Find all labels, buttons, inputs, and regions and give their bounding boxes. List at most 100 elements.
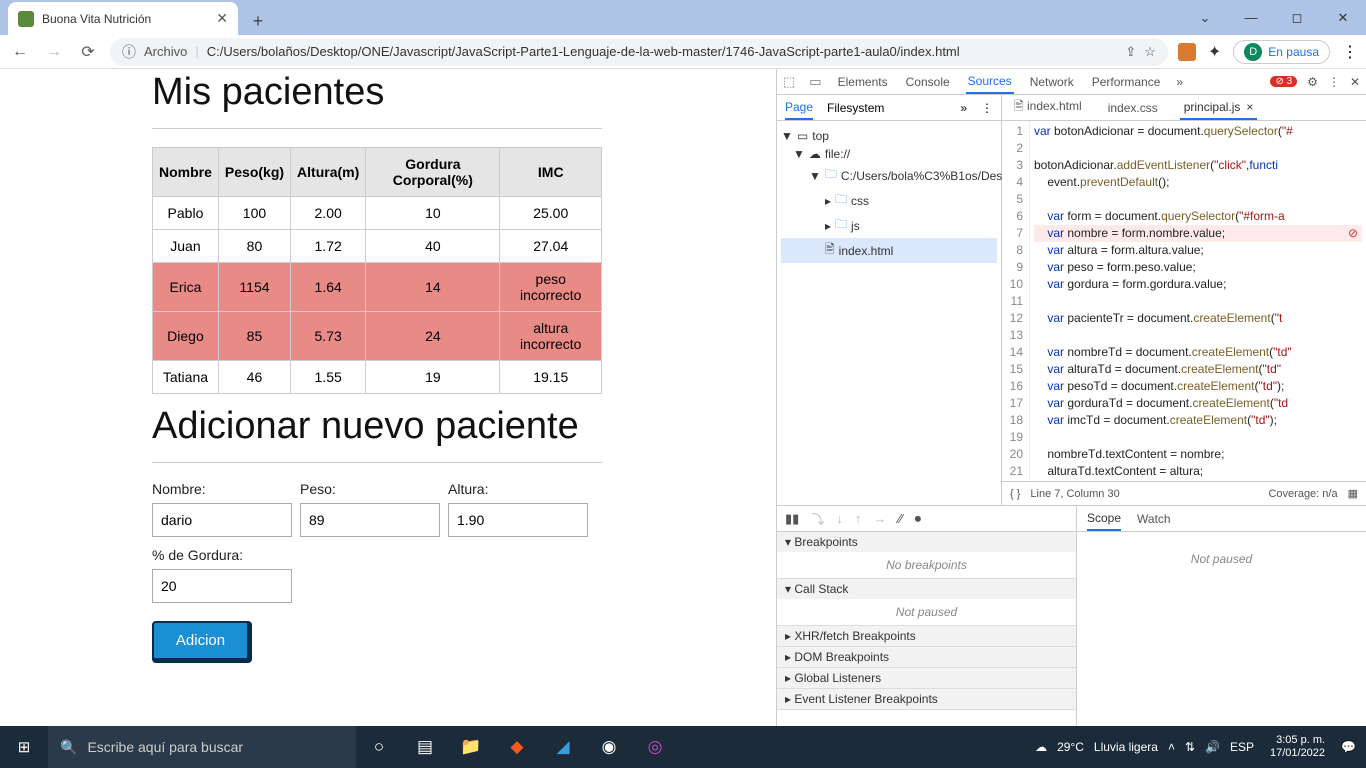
scope-body: Not paused bbox=[1077, 532, 1366, 726]
step-icon[interactable]: → bbox=[873, 511, 886, 526]
taskbar-app-1[interactable]: ▤ bbox=[402, 726, 448, 768]
start-button[interactable]: ⊞ bbox=[0, 726, 48, 768]
weather-icon[interactable]: ☁ bbox=[1035, 740, 1047, 754]
cursor-position: Line 7, Column 30 bbox=[1030, 488, 1119, 500]
info-icon: ⓘ bbox=[122, 42, 136, 62]
col-header: Gordura Corporal(%) bbox=[366, 148, 500, 197]
label-altura: Altura: bbox=[448, 481, 588, 497]
url-prefix: Archivo bbox=[144, 44, 187, 59]
debug-section-header[interactable]: ▸ XHR/fetch Breakpoints bbox=[777, 626, 1076, 646]
label-nombre: Nombre: bbox=[152, 481, 292, 497]
coverage-label: Coverage: n/a bbox=[1268, 488, 1337, 500]
step-out-icon[interactable]: ↑ bbox=[855, 511, 862, 526]
avatar: D bbox=[1244, 43, 1262, 61]
input-nombre[interactable] bbox=[152, 503, 292, 537]
input-peso[interactable] bbox=[300, 503, 440, 537]
taskbar-search[interactable]: 🔍 Escribe aquí para buscar bbox=[48, 726, 356, 768]
webpage-viewport: Mis pacientes NombrePeso(kg)Altura(m)Gor… bbox=[0, 69, 776, 726]
chevron-down-icon[interactable]: ⌄ bbox=[1182, 0, 1228, 35]
form-heading: Adicionar nuevo paciente bbox=[152, 406, 776, 448]
device-toolbar-icon[interactable]: ▭ bbox=[809, 74, 821, 90]
profile-badge[interactable]: D En pausa bbox=[1233, 40, 1330, 64]
kebab-icon[interactable]: ⋮ bbox=[981, 101, 993, 115]
adicionar-button[interactable]: Adicion bbox=[152, 621, 252, 663]
file-explorer-icon[interactable]: 📁 bbox=[448, 726, 494, 768]
input-altura[interactable] bbox=[448, 503, 588, 537]
brave-icon[interactable]: ◆ bbox=[494, 726, 540, 768]
inspect-icon[interactable]: ⬚ bbox=[783, 74, 795, 90]
dt-tab-console[interactable]: Console bbox=[904, 71, 952, 93]
windows-taskbar[interactable]: ⊞ 🔍 Escribe aquí para buscar ○ ▤ 📁 ◆ ◢ ◉… bbox=[0, 726, 1366, 768]
dt-tab-network[interactable]: Network bbox=[1028, 71, 1076, 93]
sound-icon[interactable]: 🔊 bbox=[1205, 740, 1220, 754]
debug-section-header[interactable]: ▾ Call Stack bbox=[777, 579, 1076, 599]
lang-label[interactable]: ESP bbox=[1230, 740, 1254, 754]
code-editor[interactable]: var botonAdicionar = document.querySelec… bbox=[1030, 121, 1366, 481]
deactivate-bp-icon[interactable]: ⁄⁄ bbox=[898, 511, 902, 526]
chrome-icon[interactable]: ◉ bbox=[586, 726, 632, 768]
file-tab[interactable]: 🖹 index.html bbox=[1010, 93, 1086, 122]
sources-subtab-filesystem[interactable]: Filesystem bbox=[827, 101, 884, 115]
extensions-puzzle-icon[interactable]: ✦ bbox=[1208, 42, 1221, 62]
debug-section-header[interactable]: ▸ Event Listener Breakpoints bbox=[777, 689, 1076, 709]
debug-section-header[interactable]: ▸ DOM Breakpoints bbox=[777, 647, 1076, 667]
dt-tab-elements[interactable]: Elements bbox=[836, 71, 890, 93]
format-icon[interactable]: { } bbox=[1010, 488, 1020, 500]
table-row: Erica11541.6414peso incorrecto bbox=[153, 263, 602, 312]
reload-button[interactable]: ⟳ bbox=[76, 40, 100, 64]
col-header: Altura(m) bbox=[291, 148, 366, 197]
tray-chevron-icon[interactable]: ˄ bbox=[1168, 740, 1175, 754]
new-tab-button[interactable]: + bbox=[244, 7, 272, 35]
weather-desc: Lluvia ligera bbox=[1094, 740, 1158, 754]
step-over-icon[interactable]: ⤵ bbox=[811, 509, 824, 528]
close-window-button[interactable]: ✕ bbox=[1320, 0, 1366, 35]
dt-tab-performance[interactable]: Performance bbox=[1090, 71, 1163, 93]
label-gordura: % de Gordura: bbox=[152, 547, 292, 563]
clock[interactable]: 3:05 p. m. 17/01/2022 bbox=[1264, 734, 1331, 760]
sources-subtab-page[interactable]: Page bbox=[785, 96, 813, 120]
address-bar[interactable]: ⓘ Archivo | C:/Users/bolaños/Desktop/ONE… bbox=[110, 38, 1168, 66]
devtools-panel: ⬚ ▭ Elements Console Sources Network Per… bbox=[776, 69, 1366, 726]
wifi-icon[interactable]: ⇅ bbox=[1185, 740, 1195, 754]
pause-icon[interactable]: ▮▮ bbox=[785, 511, 799, 527]
weather-temp: 29°C bbox=[1057, 740, 1084, 754]
table-row: Pablo1002.001025.00 bbox=[153, 197, 602, 230]
step-into-icon[interactable]: ↓ bbox=[836, 511, 843, 526]
maximize-button[interactable]: ◻ bbox=[1274, 0, 1320, 35]
dt-close-icon[interactable]: ✕ bbox=[1350, 75, 1360, 89]
more-icon[interactable]: » bbox=[960, 101, 967, 115]
dt-tab-sources[interactable]: Sources bbox=[966, 70, 1014, 94]
scope-tab[interactable]: Scope bbox=[1087, 507, 1121, 531]
patients-table: NombrePeso(kg)Altura(m)Gordura Corporal(… bbox=[152, 147, 602, 394]
task-view-icon[interactable]: ○ bbox=[356, 726, 402, 768]
browser-tab[interactable]: Buona Vita Nutrición ✕ bbox=[8, 2, 238, 35]
share-icon[interactable]: ⇪ bbox=[1125, 44, 1136, 60]
dt-menu-dots[interactable]: ⋮ bbox=[1328, 75, 1340, 89]
favicon bbox=[18, 11, 34, 27]
table-row: Juan801.724027.04 bbox=[153, 230, 602, 263]
pause-exceptions-icon[interactable]: ⏺ bbox=[915, 511, 922, 527]
debug-section-header[interactable]: ▾ Breakpoints bbox=[777, 532, 1076, 552]
watch-tab[interactable]: Watch bbox=[1137, 512, 1171, 526]
tree-file-index[interactable]: 🖹 index.html bbox=[781, 238, 997, 263]
error-count-badge[interactable]: ⊘ 3 bbox=[1270, 76, 1297, 87]
file-tab[interactable]: index.css bbox=[1104, 97, 1162, 119]
input-gordura[interactable] bbox=[152, 569, 292, 603]
coverage-toggle-icon[interactable]: ▦ bbox=[1348, 487, 1358, 500]
debug-section-header[interactable]: ▸ Global Listeners bbox=[777, 668, 1076, 688]
forward-button[interactable]: → bbox=[42, 40, 66, 64]
notifications-icon[interactable]: 💬 bbox=[1341, 740, 1356, 754]
taskbar-app-2[interactable]: ◎ bbox=[632, 726, 678, 768]
minimize-button[interactable]: — bbox=[1228, 0, 1274, 35]
file-tree[interactable]: ▼▭ top ▼☁ file:// ▼🗀 C:/Users/bola%C3%B1… bbox=[777, 121, 1002, 505]
vscode-icon[interactable]: ◢ bbox=[540, 726, 586, 768]
menu-dots-icon[interactable]: ⋮ bbox=[1342, 42, 1358, 62]
col-header: Nombre bbox=[153, 148, 219, 197]
gear-icon[interactable]: ⚙ bbox=[1307, 75, 1318, 89]
dt-tabs-more[interactable]: » bbox=[1176, 75, 1183, 89]
file-tab[interactable]: principal.js × bbox=[1180, 96, 1258, 120]
bookmark-star-icon[interactable]: ☆ bbox=[1144, 44, 1156, 60]
back-button[interactable]: ← bbox=[8, 40, 32, 64]
extension-icon[interactable] bbox=[1178, 43, 1196, 61]
close-tab-icon[interactable]: ✕ bbox=[216, 10, 228, 27]
